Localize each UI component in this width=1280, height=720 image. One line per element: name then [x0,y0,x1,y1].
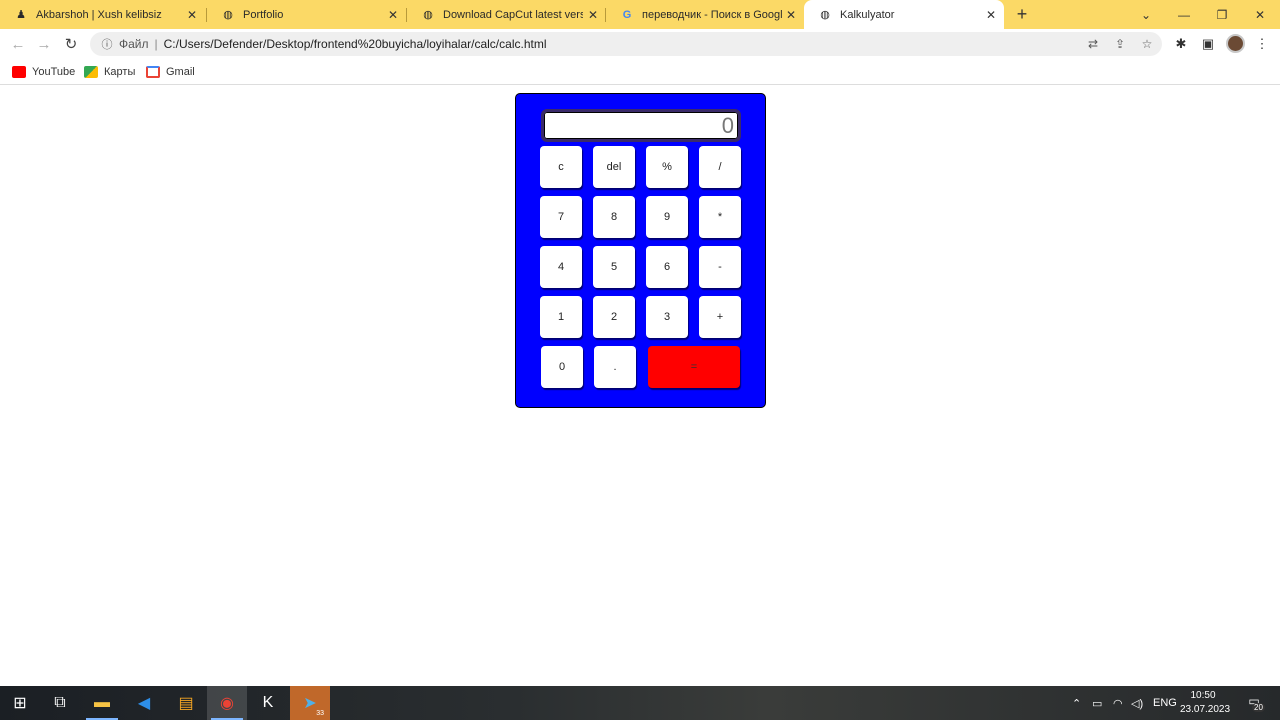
google-icon: G [622,8,632,21]
language-indicator[interactable]: ENG [1153,686,1177,720]
translate-icon[interactable]: ⇄ [1085,36,1101,52]
key-delete[interactable]: del [593,146,635,188]
tab-capcut[interactable]: ◍ Download CapCut latest version ✕ [407,0,606,29]
tab-portfolio[interactable]: ◍ Portfolio ✕ [207,0,406,29]
address-bar[interactable]: ⓘ Файл | C:/Users/Defender/Desktop/front… [90,32,1162,56]
key-3[interactable]: 3 [646,296,688,338]
tab-google-search[interactable]: G переводчик - Поиск в Google ✕ [606,0,804,29]
tab-akbarshoh[interactable]: ♟ Akbarshoh | Xush kelibsiz ✕ [0,0,205,29]
telegram-icon[interactable]: ➤ 33 [290,686,330,720]
close-icon[interactable]: ✕ [388,8,398,22]
chrome-icon[interactable]: ◉ [207,686,247,720]
vscode-icon[interactable]: ◀ [124,686,164,720]
key-divide[interactable]: / [699,146,741,188]
side-panel-icon[interactable]: ▣ [1200,36,1216,52]
forward-arrow-icon[interactable]: → [33,33,55,55]
restore-button[interactable]: ❐ [1204,0,1240,29]
tab-title: Portfolio [243,8,284,21]
key-2[interactable]: 2 [593,296,635,338]
clock[interactable]: 10:50 23.07.2023 [1180,689,1231,717]
file-label: Файл [119,37,149,51]
clock-date: 23.07.2023 [1180,704,1231,715]
bookmark-youtube[interactable]: YouTube [12,64,75,80]
bookmarks-bar: YouTube Карты Gmail [0,59,1280,85]
browser-toolbar: ← → ↻ ⓘ Файл | C:/Users/Defender/Desktop… [0,29,1280,59]
bookmark-gmail[interactable]: Gmail [146,64,195,80]
task-view-icon[interactable]: ⧉ [40,686,80,720]
key-5[interactable]: 5 [593,246,635,288]
key-decimal[interactable]: . [594,346,636,388]
key-8[interactable]: 8 [593,196,635,238]
calculator-display[interactable]: 0 [541,109,741,142]
info-icon[interactable]: ⓘ [100,36,114,52]
close-icon[interactable]: ✕ [986,8,996,22]
telegram-badge: 33 [316,710,324,717]
key-percent[interactable]: % [646,146,688,188]
avatar[interactable] [1226,34,1245,53]
tab-title: Akbarshoh | Xush kelibsiz [36,8,162,21]
key-subtract[interactable]: - [699,246,741,288]
youtube-icon [12,66,26,78]
windows-taskbar: ⊞ ⧉ ▬ ◀ ▤ ◉ K ➤ 33 ⌃ ▭ ◠ ◁) ENG 10:50 23.… [0,686,1280,720]
file-explorer-icon[interactable]: ▬ [82,686,122,720]
key-add[interactable]: + [699,296,741,338]
address-separator: | [154,37,158,51]
globe-icon: ◍ [223,9,233,21]
notes-app-icon[interactable]: ▤ [166,686,206,720]
notification-count: 20 [1252,703,1265,712]
key-4[interactable]: 4 [540,246,582,288]
volume-icon[interactable]: ◁) [1131,686,1143,720]
person-icon: ♟ [16,9,26,21]
star-icon[interactable]: ☆ [1139,36,1155,52]
close-icon[interactable]: ✕ [786,8,796,22]
share-icon[interactable]: ⇪ [1112,36,1128,52]
globe-icon: ◍ [820,9,830,21]
close-icon[interactable]: ✕ [187,8,197,22]
tab-search-icon[interactable]: ⌄ [1128,0,1164,29]
key-7[interactable]: 7 [540,196,582,238]
key-clear[interactable]: c [540,146,582,188]
tab-title: Download CapCut latest version [443,8,583,21]
key-0[interactable]: 0 [541,346,583,388]
tab-strip: ♟ Akbarshoh | Xush kelibsiz ✕ ◍ Portfoli… [0,0,1280,29]
start-windows-icon[interactable]: ⊞ [0,686,40,720]
key-6[interactable]: 6 [646,246,688,288]
bookmark-label: Карты [104,66,136,78]
key-equals[interactable]: = [648,346,740,388]
app-k-icon[interactable]: K [248,686,288,720]
new-tab-button[interactable]: + [1012,3,1032,25]
key-9[interactable]: 9 [646,196,688,238]
minimize-button[interactable]: — [1166,0,1202,29]
close-icon[interactable]: ✕ [588,8,598,22]
key-1[interactable]: 1 [540,296,582,338]
gmail-icon [146,66,160,78]
tray-chevron-icon[interactable]: ⌃ [1072,686,1081,720]
wifi-icon[interactable]: ◠ [1113,686,1123,720]
back-arrow-icon[interactable]: ← [7,33,29,55]
globe-icon: ◍ [423,9,433,21]
extensions-icon[interactable]: ✱ [1173,36,1189,52]
bookmark-maps[interactable]: Карты [84,64,135,80]
bookmark-label: YouTube [32,66,76,78]
tab-title: переводчик - Поиск в Google [642,8,782,21]
tab-title: Kalkulyator [840,8,895,21]
calculator: 0 c del % / 7 8 9 * 4 5 6 - 1 2 3 + 0 . … [515,93,766,408]
bookmark-label: Gmail [166,66,195,78]
clock-time: 10:50 [1190,690,1216,701]
key-multiply[interactable]: * [699,196,741,238]
tab-kalkulyator[interactable]: ◍ Kalkulyator ✕ [804,0,1004,29]
url-text[interactable]: C:/Users/Defender/Desktop/frontend%20buy… [164,37,547,51]
maps-icon [84,66,98,78]
battery-icon[interactable]: ▭ [1092,686,1102,720]
close-window-button[interactable]: ✕ [1242,0,1278,29]
reload-icon[interactable]: ↻ [60,33,82,55]
menu-icon[interactable]: ⋮ [1254,36,1270,52]
